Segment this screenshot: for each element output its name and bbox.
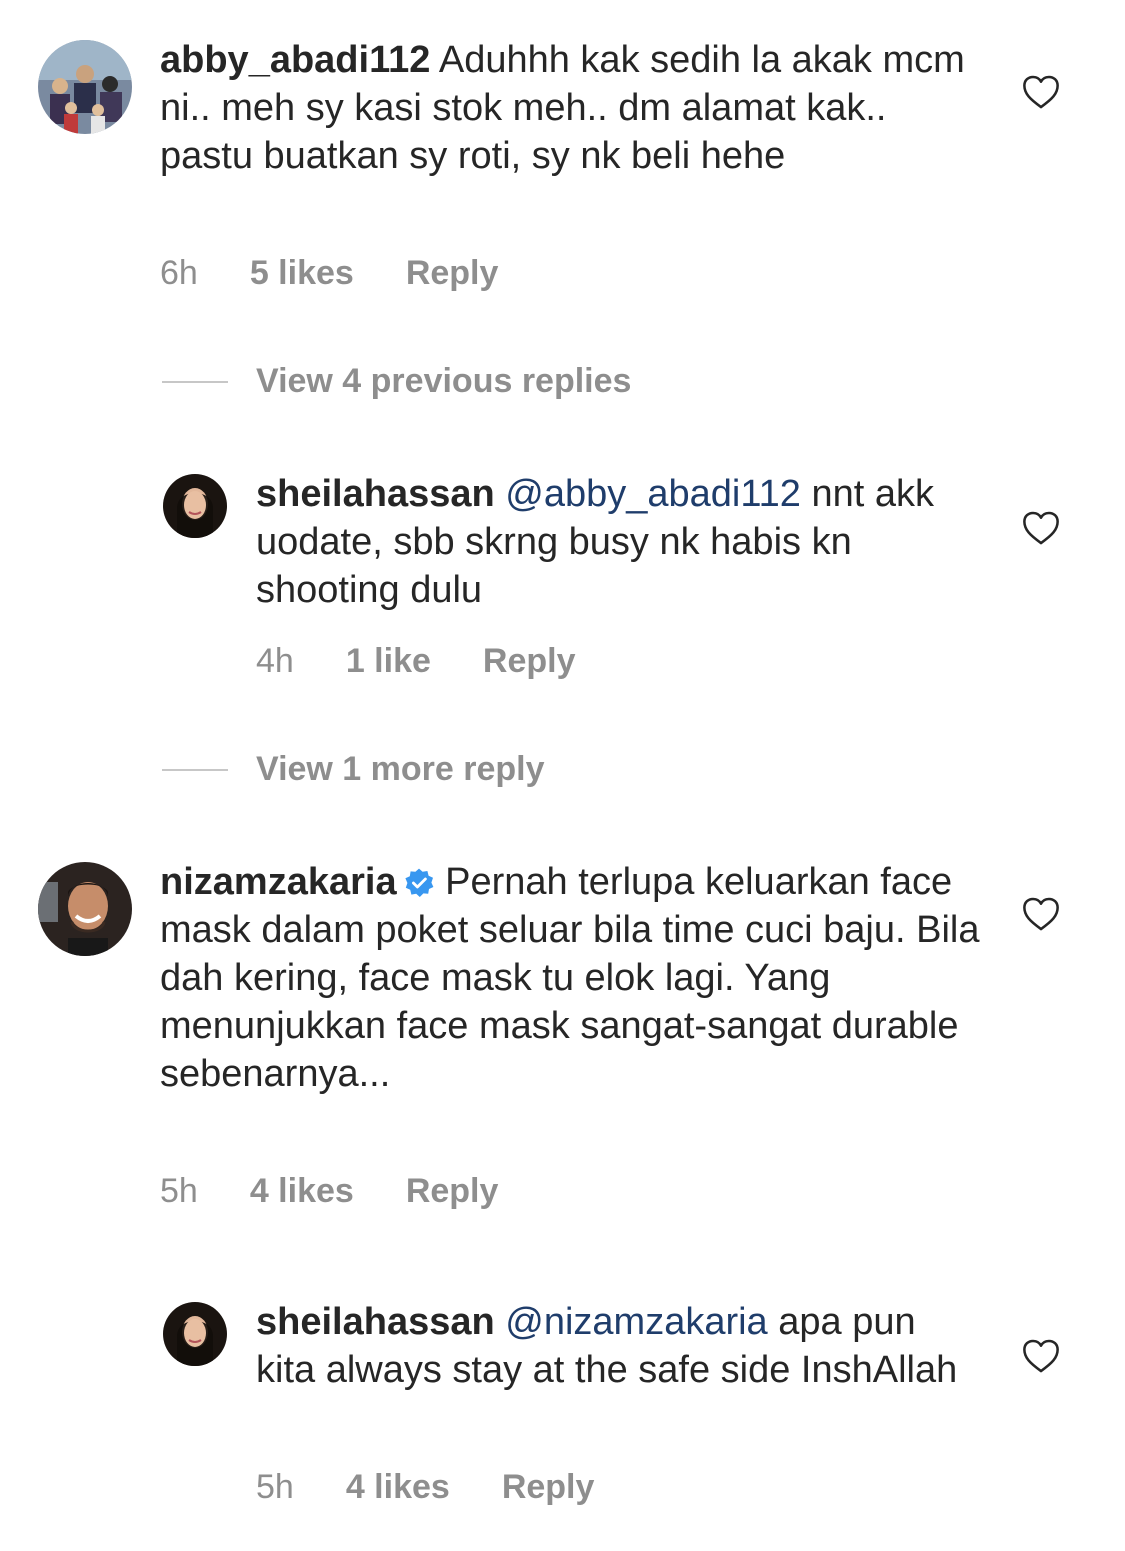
reply-button[interactable]: Reply: [406, 254, 499, 293]
comment-username[interactable]: nizamzakaria: [160, 861, 397, 903]
avatar[interactable]: [38, 40, 132, 134]
verified-badge-icon: [404, 868, 433, 897]
view-previous-replies-button[interactable]: View 4 previous replies: [162, 362, 631, 401]
divider-line: [162, 768, 228, 771]
comment-username[interactable]: abby_abadi112: [160, 39, 430, 81]
avatar-photo: [163, 1302, 227, 1366]
like-button[interactable]: [1022, 510, 1060, 546]
avatar[interactable]: [163, 1302, 227, 1366]
view-more-reply-button[interactable]: View 1 more reply: [162, 750, 545, 789]
heart-outline-icon: [1023, 897, 1059, 931]
comment-username[interactable]: sheilahassan: [256, 1301, 495, 1343]
like-button[interactable]: [1022, 74, 1060, 110]
reply-button[interactable]: Reply: [502, 1468, 595, 1507]
heart-outline-icon: [1023, 1339, 1059, 1373]
heart-outline-icon: [1023, 511, 1059, 545]
heart-outline-icon: [1023, 75, 1059, 109]
comment-time: 5h: [160, 1172, 198, 1210]
view-replies-label: View 1 more reply: [256, 750, 545, 788]
comment-likes[interactable]: 4 likes: [250, 1172, 354, 1211]
mention-link[interactable]: @abby_abadi112: [505, 473, 801, 515]
comment-meta: 5h 4 likes Reply: [256, 1468, 594, 1507]
avatar-photo: [38, 862, 132, 956]
comment-meta: 5h 4 likes Reply: [160, 1172, 498, 1211]
comment-likes[interactable]: 4 likes: [346, 1468, 450, 1507]
comment-time: 6h: [160, 254, 198, 292]
comment-time: 4h: [256, 642, 294, 680]
comment-likes[interactable]: 1 like: [346, 642, 431, 681]
comment-meta: 4h 1 like Reply: [256, 642, 576, 681]
like-button[interactable]: [1022, 896, 1060, 932]
like-button[interactable]: [1022, 1338, 1060, 1374]
comment-time: 5h: [256, 1468, 294, 1506]
avatar-photo: [163, 474, 227, 538]
reply-button[interactable]: Reply: [406, 1172, 499, 1211]
comment-username[interactable]: sheilahassan: [256, 473, 495, 515]
avatar-photo: [38, 40, 132, 134]
avatar[interactable]: [38, 862, 132, 956]
comment-likes[interactable]: 5 likes: [250, 254, 354, 293]
view-replies-label: View 4 previous replies: [256, 362, 632, 400]
comment-meta: 6h 5 likes Reply: [160, 254, 498, 293]
divider-line: [162, 380, 228, 383]
comments-thread: abby_abadi112 Aduhhh kak sedih la akak m…: [0, 0, 1125, 1551]
avatar[interactable]: [163, 474, 227, 538]
mention-link[interactable]: @nizamzakaria: [505, 1301, 767, 1343]
reply-button[interactable]: Reply: [483, 642, 576, 681]
